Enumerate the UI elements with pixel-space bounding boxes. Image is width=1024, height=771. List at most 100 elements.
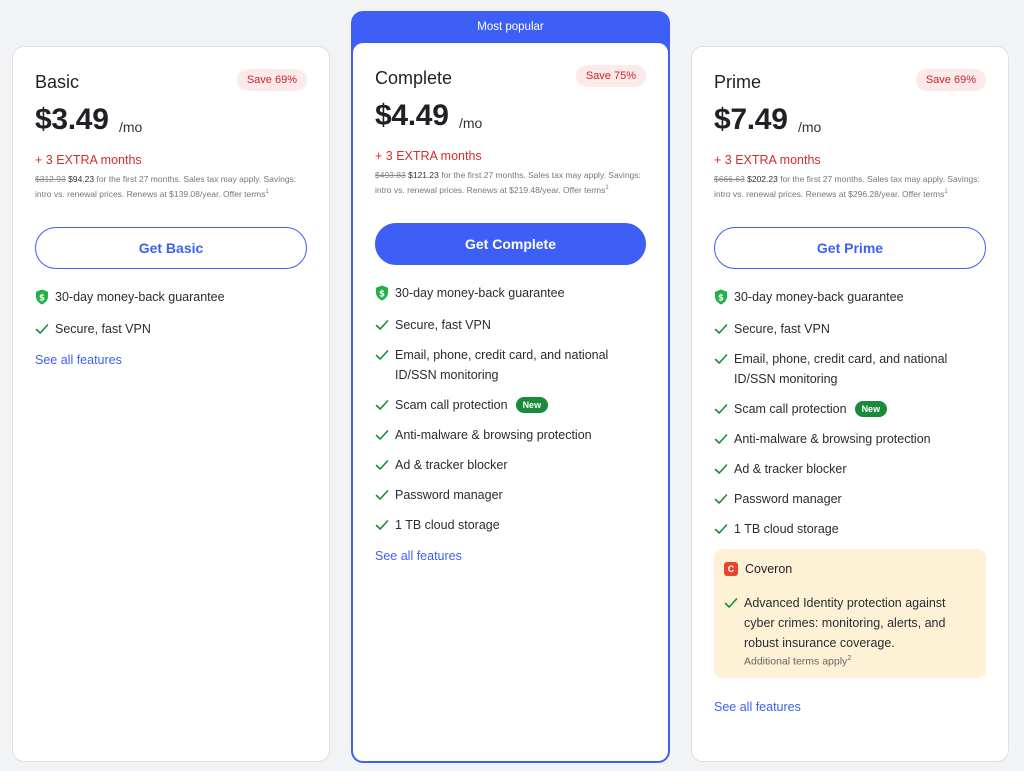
coveron-terms-text: Additional terms apply <box>744 655 848 668</box>
guarantee-label: 30-day money-back guarantee <box>55 290 225 304</box>
check-icon <box>375 400 389 410</box>
coveron-addon-box: C Coveron Advanced Identity protection a… <box>714 549 986 678</box>
feature-label: Password manager <box>395 488 503 502</box>
plan-card-complete-highlight: Most popular Complete Save 75% $4.49 /mo… <box>351 11 670 763</box>
feature-item: 1 TB cloud storage <box>714 519 986 539</box>
feature-list: $ 30-day money-back guarantee Secure, fa… <box>714 287 986 539</box>
feature-label: Password manager <box>734 492 842 506</box>
check-icon <box>714 324 728 334</box>
feature-item: Password manager <box>714 489 986 509</box>
intro-price: $121.23 <box>408 170 439 180</box>
check-icon <box>714 354 728 364</box>
price-period: /mo <box>119 119 143 135</box>
feature-label: Anti-malware & browsing protection <box>734 432 931 446</box>
plan-name: Basic <box>35 72 80 92</box>
plan-price: $3.49 <box>35 103 109 136</box>
feature-item: Secure, fast VPN <box>35 319 307 339</box>
intro-price: $202.23 <box>747 174 778 184</box>
price-period: /mo <box>798 119 822 135</box>
check-icon <box>724 598 738 608</box>
feature-label: Secure, fast VPN <box>395 318 491 332</box>
feature-label: Secure, fast VPN <box>55 322 151 336</box>
offer-terms-footnote[interactable]: 1 <box>944 189 947 195</box>
feature-label: Ad & tracker blocker <box>395 458 508 472</box>
feature-item: Ad & tracker blocker <box>714 459 986 479</box>
feature-item: 1 TB cloud storage <box>375 515 646 535</box>
feature-item: Secure, fast VPN <box>714 319 986 339</box>
check-icon <box>375 430 389 440</box>
plan-name: Complete <box>375 68 453 88</box>
save-badge: Save 69% <box>915 69 986 91</box>
intro-price: $94.23 <box>68 174 95 184</box>
check-icon <box>375 320 389 330</box>
shield-dollar-icon: $ <box>36 289 48 305</box>
most-popular-label: Most popular <box>477 21 544 33</box>
shield-dollar-icon: $ <box>715 289 727 305</box>
fine-print: $493.83 $121.23 for the first 27 months.… <box>375 169 646 209</box>
feature-label: 1 TB cloud storage <box>395 518 500 532</box>
old-price: $493.83 <box>375 170 406 180</box>
coveron-feature: Advanced Identity protection against cyb… <box>724 593 976 653</box>
shield-dollar-icon: $ <box>376 285 388 301</box>
check-icon <box>35 324 49 334</box>
feature-list: $ 30-day money-back guarantee Secure, fa… <box>35 287 307 339</box>
check-icon <box>714 524 728 534</box>
old-price: $312.93 <box>35 174 66 184</box>
feature-item: Scam call protection New <box>714 399 986 419</box>
guarantee-label: 30-day money-back guarantee <box>734 290 904 304</box>
see-all-features-link[interactable]: See all features <box>714 700 801 714</box>
check-icon <box>375 350 389 360</box>
feature-label: Scam call protection <box>734 402 847 416</box>
get-basic-button[interactable]: Get Basic <box>35 227 307 269</box>
offer-terms-footnote[interactable]: 1 <box>265 189 268 195</box>
plan-card-basic: Basic Save 69% $3.49 /mo + 3 EXTRA month… <box>12 46 330 762</box>
check-icon <box>375 460 389 470</box>
coveron-header: C Coveron <box>724 561 976 577</box>
old-price: $666.63 <box>714 174 745 184</box>
svg-text:$: $ <box>39 293 45 303</box>
check-icon <box>375 490 389 500</box>
coveron-title: Coveron <box>745 562 793 576</box>
feature-item: Anti-malware & browsing protection <box>375 425 646 445</box>
feature-guarantee: $ 30-day money-back guarantee <box>35 287 307 307</box>
coveron-logo-icon: C <box>724 562 738 576</box>
check-icon <box>375 520 389 530</box>
see-all-features-link[interactable]: See all features <box>35 353 122 367</box>
get-prime-button[interactable]: Get Prime <box>714 227 986 269</box>
guarantee-label: 30-day money-back guarantee <box>395 286 565 300</box>
check-icon <box>714 494 728 504</box>
plan-price: $4.49 <box>375 99 449 132</box>
check-icon <box>714 464 728 474</box>
feature-item: Scam call protection New <box>375 395 646 415</box>
plan-name: Prime <box>714 72 762 92</box>
save-badge: Save 69% <box>236 69 307 91</box>
fine-print: $666.63 $202.23 for the first 27 months.… <box>714 173 986 213</box>
feature-item: Ad & tracker blocker <box>375 455 646 475</box>
check-icon <box>714 434 728 444</box>
feature-label: Secure, fast VPN <box>734 322 830 336</box>
feature-list: $ 30-day money-back guarantee Secure, fa… <box>375 283 646 535</box>
save-badge: Save 75% <box>575 65 646 87</box>
new-badge: New <box>515 397 549 413</box>
feature-guarantee: $ 30-day money-back guarantee <box>714 287 986 307</box>
see-all-features-link[interactable]: See all features <box>375 549 462 563</box>
offer-terms-footnote[interactable]: 1 <box>605 185 608 191</box>
get-complete-button[interactable]: Get Complete <box>375 223 646 265</box>
fine-print: $312.93 $94.23 for the first 27 months. … <box>35 173 307 213</box>
feature-label: Anti-malware & browsing protection <box>395 428 592 442</box>
extra-months: + 3 EXTRA months <box>714 153 821 167</box>
feature-label: 1 TB cloud storage <box>734 522 839 536</box>
feature-item: Anti-malware & browsing protection <box>714 429 986 449</box>
new-badge: New <box>854 401 888 417</box>
svg-text:$: $ <box>718 293 724 303</box>
coveron-terms: Additional terms apply2 <box>724 655 976 668</box>
coveron-terms-footnote[interactable]: 2 <box>847 655 851 662</box>
check-icon <box>714 404 728 414</box>
feature-item: Email, phone, credit card, and national … <box>714 349 986 389</box>
feature-label: Ad & tracker blocker <box>734 462 847 476</box>
feature-item: Password manager <box>375 485 646 505</box>
feature-item: Secure, fast VPN <box>375 315 646 335</box>
svg-text:$: $ <box>379 289 385 299</box>
feature-label: Scam call protection <box>395 398 508 412</box>
price-period: /mo <box>459 115 483 131</box>
